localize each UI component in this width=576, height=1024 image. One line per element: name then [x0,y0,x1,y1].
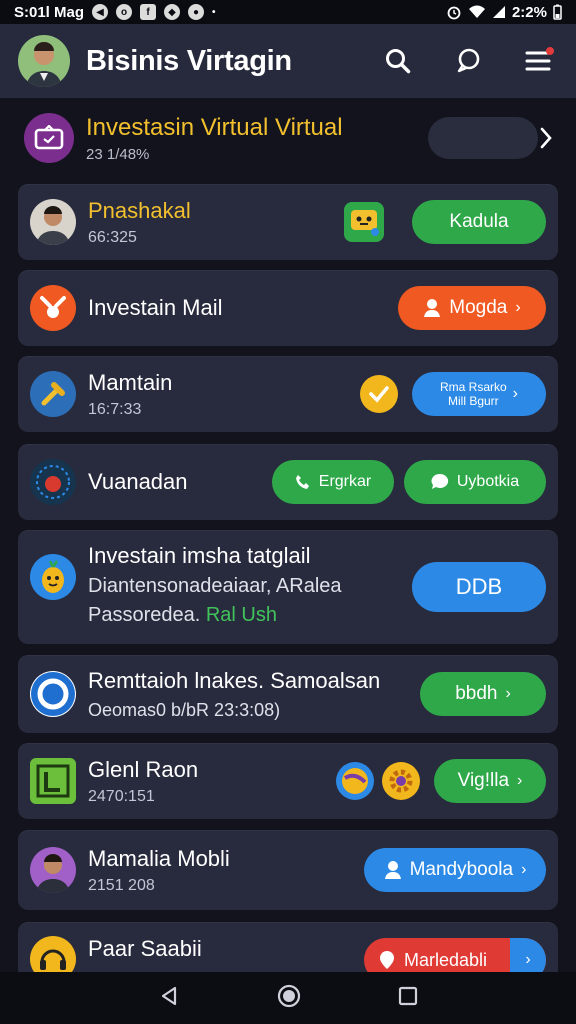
bot-icon [344,202,384,242]
search-icon [386,49,411,74]
arrow-right-icon: › [521,861,527,878]
home-icon [277,984,301,1007]
list-item[interactable]: Mamalia Mobli 2151 208 Mandyboola › [18,830,558,910]
item-title: Pnashakal [88,197,191,223]
mandyboola-button[interactable]: Mandyboola › [364,848,546,892]
recents-button[interactable] [398,986,418,1011]
arrow-right-icon: › [505,685,511,702]
list-item[interactable]: Investain imsha tatglail Diantensonadeai… [18,530,558,644]
wifi-icon [468,5,485,18]
item-subtitle: 16:7:33 [88,400,142,418]
battery-icon [553,4,562,20]
list-item[interactable]: Glenl Raon 2470:151 Vig!lla › [18,743,558,819]
notification-badge [546,47,554,55]
status-time: S:01l Mag [14,3,85,21]
item-title: Remttaioh lnakes. Samoalsan [88,667,381,693]
notification-icon: ◀ [92,4,109,20]
list-item[interactable]: Vuanadan Ergrkar Uybotkia [18,444,558,520]
hammer-icon [30,371,76,417]
mascot-icon [30,554,76,600]
battery-text: 2:2% [511,3,547,21]
gear-icon [382,762,420,800]
flame-icon [30,285,76,331]
square-logo-icon [30,758,76,804]
status-bar: S:01l Mag ◀ o f ◆ ● • 2:2% [0,0,576,24]
item-title: Mamalia Mobli [88,845,230,871]
back-button[interactable] [158,985,180,1012]
chevron-right-icon[interactable] [534,127,558,149]
search-button[interactable] [378,41,418,81]
featured-subtitle: 23 1/48% [86,145,150,163]
item-title: Vuanadan [88,469,188,494]
mogda-button[interactable]: Mogda › [398,286,546,330]
recents-icon [398,986,417,1005]
avatar [30,847,76,893]
item-title: Investain imsha tatglail [88,543,311,568]
item-description: Diantensonadeaiaar, ARalea [88,575,342,597]
item-subtitle: Oeomas0 b/bR 23:3:08) [88,699,281,720]
menu-button[interactable] [518,41,558,81]
target-icon [30,459,76,505]
notification-icon: ● [188,4,205,20]
globe-icon [336,762,374,800]
alarm-icon [447,6,461,20]
avatar[interactable] [18,35,70,87]
list-item[interactable]: Investain Mail Mogda › [18,270,558,346]
item-title: Paar Saabii [88,936,202,961]
chat-icon [457,48,480,73]
chat-button[interactable] [448,41,488,81]
page-title: Bisinis Virtagin [86,44,292,77]
back-icon [162,986,177,1005]
list-item[interactable]: Remttaioh lnakes. Samoalsan Oeomas0 b/bR… [18,655,558,733]
item-title: Investain Mail [88,295,223,320]
item-subtitle: 66:325 [88,228,137,246]
ddb-button[interactable]: DDB [412,562,546,612]
pin-icon [380,951,394,969]
list-item[interactable]: Pnashakal 66:325 Kadula [18,184,558,260]
app-header: Bisinis Virtagin [0,24,576,98]
item-description: Passoredea. Ral Ush [88,604,277,626]
refresh-icon [30,671,76,717]
kadula-button[interactable]: Kadula [412,200,546,244]
arrow-right-icon: › [515,299,521,316]
chat-bubble-icon [431,473,448,489]
user-icon [424,299,441,317]
uybotkia-button[interactable]: Uybotkia [404,460,546,504]
avatar [30,199,76,245]
list-item[interactable]: Mamtain 16:7:33 Rma Rsarko Mill Bgurr › [18,356,558,432]
item-title: Mamtain [88,369,173,395]
dot-icon: • [212,6,216,18]
item-title: Glenl Raon [88,756,199,782]
phone-icon [295,475,309,489]
signal-icon [492,6,505,18]
rma-button[interactable]: Rma Rsarko Mill Bgurr › [412,372,546,416]
featured-title: Investasin Virtual Virtual [86,113,343,141]
system-nav-bar [0,972,576,1024]
notification-icon: ◆ [164,4,181,20]
arrow-right-icon: › [517,772,523,789]
featured-pill[interactable] [428,117,538,159]
item-subtitle: 2470:151 [88,787,155,805]
check-icon [360,375,398,413]
ergrkar-button[interactable]: Ergrkar [272,460,394,504]
viglla-button[interactable]: Vig!lla › [434,759,546,803]
home-button[interactable] [277,984,301,1013]
bbdh-button[interactable]: bbdh › [420,672,546,716]
notification-icon: f [140,4,157,20]
notification-icon: o [116,4,133,20]
arrow-right-icon: › [512,385,518,402]
tv-icon [24,113,74,163]
item-subtitle: 2151 208 [88,876,155,894]
user-icon [384,861,401,879]
featured-item[interactable]: Investasin Virtual Virtual 23 1/48% [18,104,558,172]
